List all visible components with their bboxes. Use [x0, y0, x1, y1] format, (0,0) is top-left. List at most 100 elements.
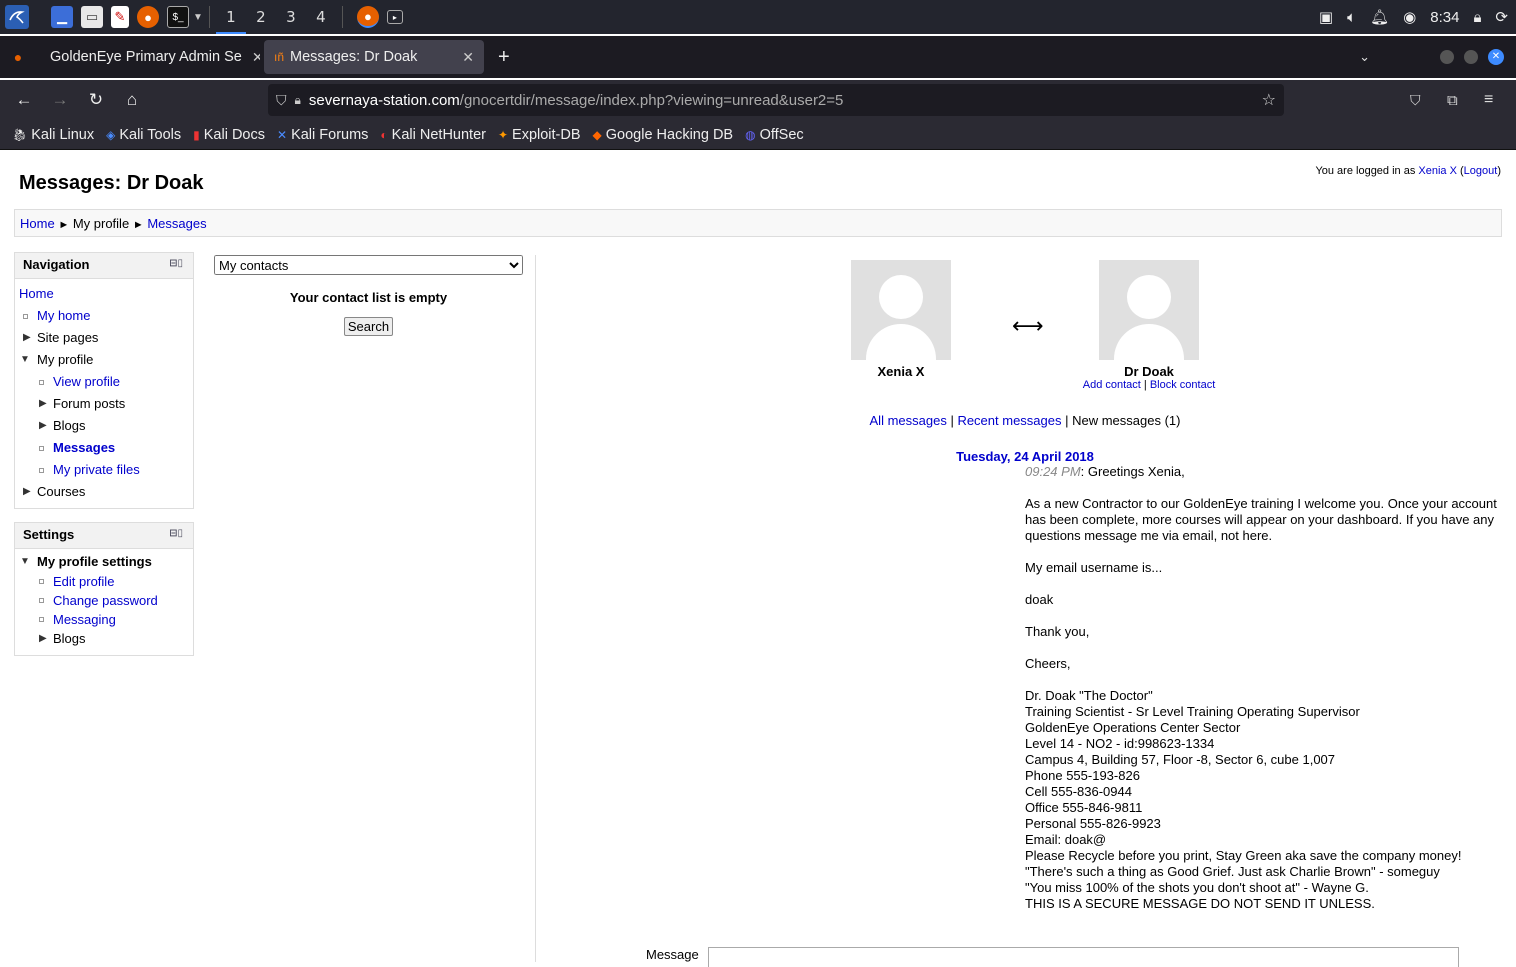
nav-label[interactable]: Change password — [53, 593, 158, 608]
add-contact-link[interactable]: Add contact — [1083, 379, 1141, 391]
avatar-me[interactable] — [851, 260, 951, 360]
expand-arrow-icon[interactable]: ▶ — [23, 481, 31, 503]
new-tab-button[interactable]: + — [498, 46, 510, 69]
nav-forum-posts[interactable]: ▶ Forum posts — [19, 393, 193, 415]
expand-arrow-icon[interactable]: ▶ — [39, 415, 47, 437]
nav-my-home[interactable]: My home — [19, 305, 193, 327]
search-button[interactable]: Search — [343, 317, 394, 336]
file-manager-icon[interactable]: ▭ — [81, 6, 103, 28]
bookmark-kali-docs[interactable]: ▮ Kali Docs — [193, 127, 265, 143]
recent-messages-link[interactable]: Recent messages — [957, 413, 1061, 428]
nav-label[interactable]: Messaging — [53, 612, 116, 627]
back-arrow-icon[interactable]: ← — [6, 90, 42, 110]
lock-icon[interactable]: 🔒︎ — [1473, 9, 1481, 26]
tab-messages-dr-doak[interactable]: ıñ Messages: Dr Doak ✕ — [264, 40, 484, 74]
settings-messaging[interactable]: Messaging — [19, 610, 193, 629]
firefox-window-icon[interactable]: ● — [356, 6, 379, 28]
workspace-3[interactable]: 3 — [276, 8, 306, 26]
bookmark-google-hacking-db[interactable]: ◆ Google Hacking DB — [593, 127, 734, 143]
bookmark-kali-linux[interactable]: 🐉︎ Kali Linux — [12, 127, 94, 143]
shield-icon[interactable]: ⛉ — [276, 92, 287, 109]
expand-arrow-icon[interactable]: ▶ — [39, 393, 47, 415]
nav-my-profile[interactable]: ▼ My profile — [19, 349, 193, 371]
bookmark-kali-tools[interactable]: ◈ Kali Tools — [106, 127, 181, 143]
bookmark-star-icon[interactable]: ☆ — [1262, 90, 1276, 110]
page-title: Messages: Dr Doak — [19, 172, 204, 194]
firefox-view-icon[interactable]: ● — [0, 49, 36, 65]
firefox-launcher-icon[interactable]: ● — [137, 6, 159, 28]
browser-nav-bar: ← → ↻ ⌂ ⛉ 🔒︎ severnaya-station.com/gnoce… — [0, 80, 1516, 120]
collapse-arrow-icon[interactable]: ▼ — [20, 349, 30, 371]
settings-change-password[interactable]: Change password — [19, 591, 193, 610]
url-bar[interactable]: ⛉ 🔒︎ severnaya-station.com/gnocertdir/me… — [268, 84, 1284, 116]
nav-view-profile[interactable]: View profile — [19, 371, 193, 393]
close-tab-icon[interactable]: ✕ — [452, 49, 474, 66]
lock-icon[interactable]: 🔒︎ — [295, 93, 301, 108]
pocket-icon[interactable]: ⛉ — [1410, 92, 1421, 109]
message-textarea[interactable] — [708, 947, 1459, 967]
user-link[interactable]: Xenia X — [1418, 165, 1457, 177]
extensions-icon[interactable]: ⧉ — [1447, 92, 1458, 109]
chevron-down-icon[interactable]: ▼ — [193, 12, 203, 23]
all-messages-link[interactable]: All messages — [870, 413, 947, 428]
reload-icon[interactable]: ↻ — [78, 90, 114, 110]
nav-label[interactable]: My home — [37, 308, 90, 323]
screen-icon[interactable]: ▣ — [1319, 8, 1333, 26]
block-collapse-icon[interactable]: ⊟▯ — [169, 528, 183, 539]
collapse-arrow-icon[interactable]: ▼ — [20, 552, 30, 572]
menu-icon[interactable]: ≡ — [1484, 91, 1493, 109]
nav-label[interactable]: View profile — [53, 374, 120, 389]
nav-blogs[interactable]: ▶ Blogs — [19, 415, 193, 437]
forward-arrow-icon[interactable]: → — [42, 90, 78, 110]
block-collapse-icon[interactable]: ⊟▯ — [169, 258, 183, 269]
kali-menu-icon[interactable] — [5, 5, 29, 29]
expand-arrow-icon[interactable]: ▶ — [39, 629, 47, 648]
breadcrumb-messages[interactable]: Messages — [147, 216, 206, 231]
nav-label[interactable]: Home — [19, 286, 54, 301]
volume-icon[interactable]: 🔈︎ — [1347, 9, 1356, 26]
close-window-button[interactable]: ✕ — [1488, 49, 1504, 65]
clock[interactable]: 8:34 — [1430, 9, 1459, 26]
power-manager-icon[interactable]: ◉ — [1403, 8, 1416, 26]
maximize-button[interactable] — [1464, 50, 1478, 64]
bookmark-offsec[interactable]: ◍ OffSec — [745, 127, 804, 143]
home-icon[interactable]: ⌂ — [114, 90, 150, 110]
settings-blogs[interactable]: ▶ Blogs — [19, 629, 193, 648]
login-prefix: You are logged in as — [1315, 165, 1416, 177]
settings-profile[interactable]: ▼ My profile settings — [19, 552, 193, 572]
nav-label[interactable]: My private files — [53, 462, 140, 477]
tab-goldeneye-admin[interactable]: GoldenEye Primary Admin Se ✕ — [40, 40, 260, 74]
text-editor-icon[interactable]: ✎ — [111, 6, 129, 28]
settings-block: Settings ⊟▯ ▼ My profile settings Edit pr… — [14, 522, 194, 656]
contacts-panel: My contacts Your contact list is empty S… — [214, 255, 523, 336]
nav-site-pages[interactable]: ▶ Site pages — [19, 327, 193, 349]
nav-label[interactable]: Edit profile — [53, 574, 114, 589]
workspace-1[interactable]: 1 — [215, 0, 246, 34]
nav-private-files[interactable]: My private files — [19, 459, 193, 481]
workspace-2[interactable]: 2 — [246, 8, 276, 26]
notification-bell-icon[interactable]: 🔔︎ — [1370, 8, 1389, 26]
list-all-tabs-icon[interactable]: ⌄ — [1359, 49, 1370, 65]
expand-arrow-icon[interactable]: ▶ — [23, 327, 31, 349]
nav-home[interactable]: Home — [19, 283, 193, 305]
nav-courses[interactable]: ▶ Courses — [19, 481, 193, 503]
close-tab-icon[interactable]: ✕ — [242, 49, 260, 66]
minimize-button[interactable] — [1440, 50, 1454, 64]
bookmark-exploit-db[interactable]: ✦ Exploit-DB — [498, 127, 581, 143]
settings-edit-profile[interactable]: Edit profile — [19, 572, 193, 591]
bookmark-kali-forums[interactable]: ✕ Kali Forums — [277, 127, 368, 143]
block-contact-link[interactable]: Block contact — [1150, 379, 1215, 391]
bookmark-kali-nethunter[interactable]: ◐ Kali NetHunter — [380, 127, 486, 143]
nav-label[interactable]: Messages — [53, 440, 115, 455]
contacts-select[interactable]: My contacts — [214, 255, 523, 275]
desktop-icon[interactable]: ▁ — [51, 6, 73, 28]
terminal-icon[interactable]: $_ — [167, 6, 189, 28]
logout-link[interactable]: Logout — [1464, 165, 1498, 177]
terminal-window-icon[interactable]: ▸ — [386, 10, 403, 24]
breadcrumb-home[interactable]: Home — [20, 216, 55, 231]
nav-messages[interactable]: Messages — [19, 437, 193, 459]
workspace-4[interactable]: 4 — [306, 8, 336, 26]
logout-icon[interactable]: ⟳ — [1495, 8, 1508, 26]
contact-actions: Add contact | Block contact — [1082, 379, 1216, 391]
avatar-other[interactable] — [1099, 260, 1199, 360]
